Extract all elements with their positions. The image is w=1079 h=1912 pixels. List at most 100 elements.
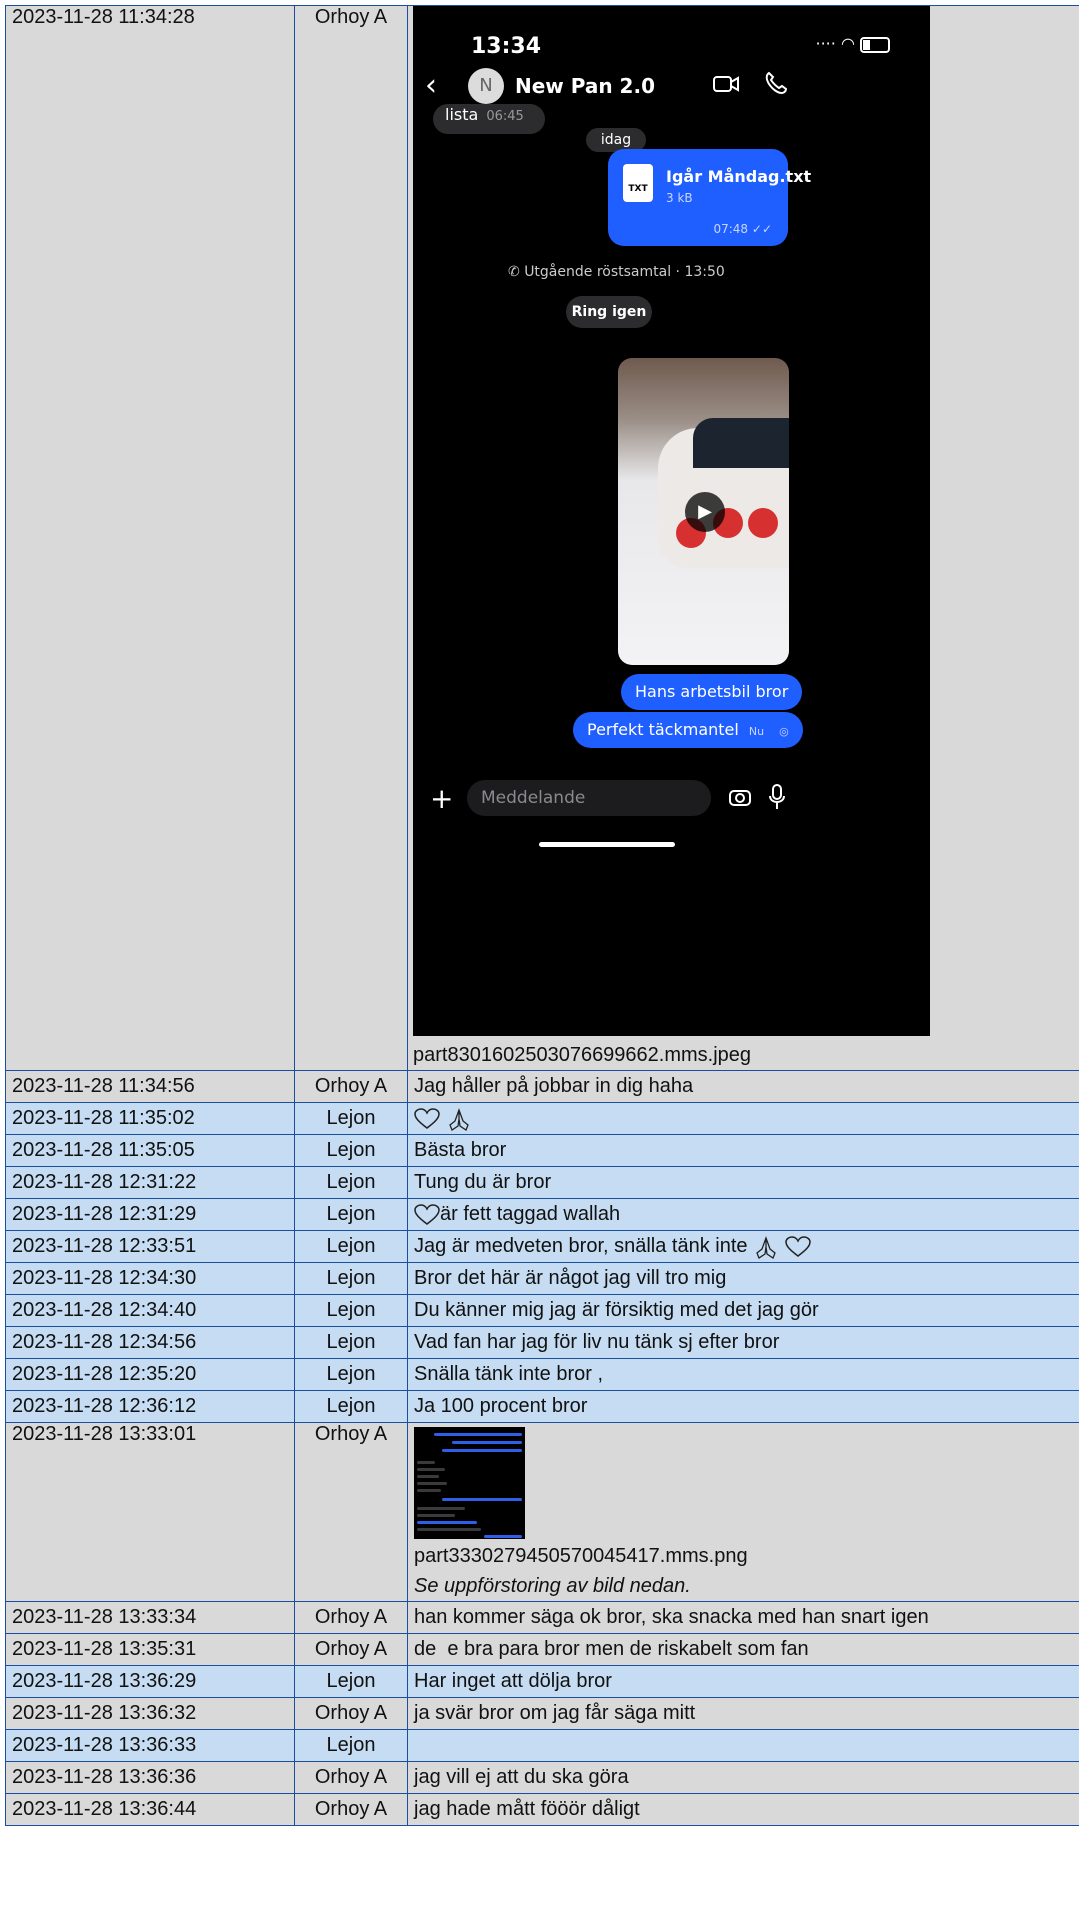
microphone-icon[interactable] [769,784,785,810]
sender-cell: Orhoy A [294,1761,408,1794]
message-cell [407,1729,1079,1762]
table-row: 2023-11-28 12:31:22 Lejon Tung du är bro… [5,1166,1079,1199]
sender-cell: Lejon [294,1262,408,1295]
message-cell: jag hade mått fööör dåligt [407,1793,1079,1826]
heart-icon [414,1203,440,1225]
car-window [693,418,789,468]
file-attachment-bubble[interactable]: TXT Igår Måndag.txt 3 kB 07:48 ✓✓ [608,149,811,246]
video-call-icon[interactable] [713,74,739,94]
file-badge: TXT [628,184,648,194]
message-cell: Du känner mig jag är försiktig med det j… [407,1294,1079,1327]
timestamp-cell: 2023-11-28 12:31:29 [5,1198,295,1231]
sender-cell: Lejon [294,1166,408,1199]
sender-cell: Lejon [294,1230,408,1263]
back-chevron-icon[interactable]: ‹ [425,68,437,103]
message-text: Jag är medveten bror, snälla tänk inte [414,1235,748,1257]
message-cell: Ja 100 procent bror [407,1390,1079,1423]
table-row: 2023-11-28 12:36:12 Lejon Ja 100 procent… [5,1390,1079,1423]
message-cell: Jag håller på jobbar in dig haha [407,1070,1079,1103]
outgoing-bubble: Perfekt täckmantel Nu ◎ [573,712,803,748]
message-cell: Bästa bror [407,1134,1079,1167]
sender-cell: Orhoy A [294,1422,408,1602]
red-dot [748,508,778,538]
attachment-note: Se uppförstoring av bild nedan. [414,1575,691,1597]
table-row: 2023-11-28 11:34:56 Orhoy A Jag håller p… [5,1070,1079,1103]
ring-again-button[interactable]: Ring igen [566,296,652,328]
play-icon[interactable]: ▶ [685,492,725,532]
message-cell [407,1102,1079,1135]
phone-screenshot: 13:34 ···· ◠ ‹ N New Pan 2.0 lista 06:45… [413,6,930,1036]
table-row: 2023-11-28 13:35:31 Orhoy A de e bra par… [5,1633,1079,1666]
timestamp-cell: 2023-11-28 12:31:22 [5,1166,295,1199]
bubble-text: Perfekt täckmantel [587,720,739,739]
read-receipt-icon: ✓✓ [751,222,772,236]
message-cell: de e bra para bror men de riskabelt som … [407,1633,1079,1666]
file-name: Igår Måndag.txt [666,167,812,186]
bubble-time: 06:45 [486,109,524,124]
read-receipt-icon: ◎ [779,725,789,738]
sender-cell: Orhoy A [294,1070,408,1103]
heart-icon [414,1107,440,1129]
timestamp-cell: 2023-11-28 12:36:12 [5,1390,295,1423]
contact-name[interactable]: New Pan 2.0 [515,74,655,98]
timestamp-cell: 2023-11-28 12:34:56 [5,1326,295,1359]
heart-icon [784,1235,811,1257]
wifi-icon: ◠ [840,34,855,53]
phone-call-icon[interactable] [763,70,789,96]
sender-cell: Lejon [294,1665,408,1698]
sender-cell: Orhoy A [294,1697,408,1730]
sender-cell: Lejon [294,1198,408,1231]
message-cell: part3330279450570045417.mms.png Se uppfö… [407,1422,1079,1602]
table-row: 2023-11-28 11:35:05 Lejon Bästa bror [5,1134,1079,1167]
timestamp-cell: 2023-11-28 11:34:28 [5,5,295,1071]
camera-icon[interactable] [729,788,751,806]
incoming-bubble: lista 06:45 [433,104,545,134]
txt-file-icon: TXT [623,164,653,202]
timestamp-cell: 2023-11-28 13:33:34 [5,1601,295,1634]
home-indicator [539,842,675,847]
table-row: 2023-11-28 13:36:44 Orhoy A jag hade måt… [5,1793,1079,1826]
message-cell: han kommer säga ok bror, ska snacka med … [407,1601,1079,1634]
video-thumbnail[interactable]: ▶ [618,358,789,665]
bubble-text: lista [445,105,479,124]
message-cell: jag vill ej att du ska göra [407,1761,1079,1794]
timestamp-cell: 2023-11-28 13:33:01 [5,1422,295,1602]
message-cell: ja svär bror om jag får säga mitt [407,1697,1079,1730]
message-cell: Snälla tänk inte bror , [407,1358,1079,1391]
table-row: 2023-11-28 12:34:56 Lejon Vad fan har ja… [5,1326,1079,1359]
sender-cell: Lejon [294,1294,408,1327]
message-cell: Bror det här är något jag vill tro mig [407,1262,1079,1295]
timestamp-cell: 2023-11-28 12:35:20 [5,1358,295,1391]
sender-cell: Orhoy A [294,1633,408,1666]
message-log-table: 2023-11-28 11:34:28 Orhoy A 13:34 ···· ◠… [5,5,1079,1826]
call-log-text: Utgående röstsamtal · 13:50 [524,264,725,280]
table-row: 2023-11-28 12:35:20 Lejon Snälla tänk in… [5,1358,1079,1391]
chat-screenshot-thumbnail[interactable] [414,1427,525,1539]
sender-cell: Orhoy A [294,5,408,1071]
timestamp-cell: 2023-11-28 13:36:29 [5,1665,295,1698]
file-size: 3 kB [666,191,693,205]
message-input[interactable]: Meddelande [467,780,711,816]
sender-cell: Orhoy A [294,1793,408,1826]
message-cell: är fett taggad wallah [407,1198,1079,1231]
message-cell: Har inget att dölja bror [407,1665,1079,1698]
sender-cell: Orhoy A [294,1601,408,1634]
avatar[interactable]: N [468,68,504,104]
status-icons: ···· ◠ [816,34,890,53]
timestamp-cell: 2023-11-28 12:34:30 [5,1262,295,1295]
attachment-filename: part8301602503076699662.mms.jpeg [413,1044,752,1066]
timestamp-cell: 2023-11-28 13:36:33 [5,1729,295,1762]
message-text: är fett taggad wallah [440,1203,621,1225]
battery-icon [860,36,890,53]
message-cell: Tung du är bror [407,1166,1079,1199]
praying-hands-icon [756,1235,776,1259]
timestamp-cell: 2023-11-28 12:34:40 [5,1294,295,1327]
table-row: 2023-11-28 13:36:33 Lejon [5,1729,1079,1762]
outgoing-bubble: Hans arbetsbil bror [621,674,803,710]
attachment-filename: part3330279450570045417.mms.png [414,1545,748,1567]
call-log-entry: ✆ Utgående röstsamtal · 13:50 [508,264,725,280]
plus-icon[interactable]: + [430,782,453,815]
bubble-time: Nu [748,725,765,738]
file-time: 07:48 ✓✓ [713,222,772,236]
sender-cell: Lejon [294,1358,408,1391]
